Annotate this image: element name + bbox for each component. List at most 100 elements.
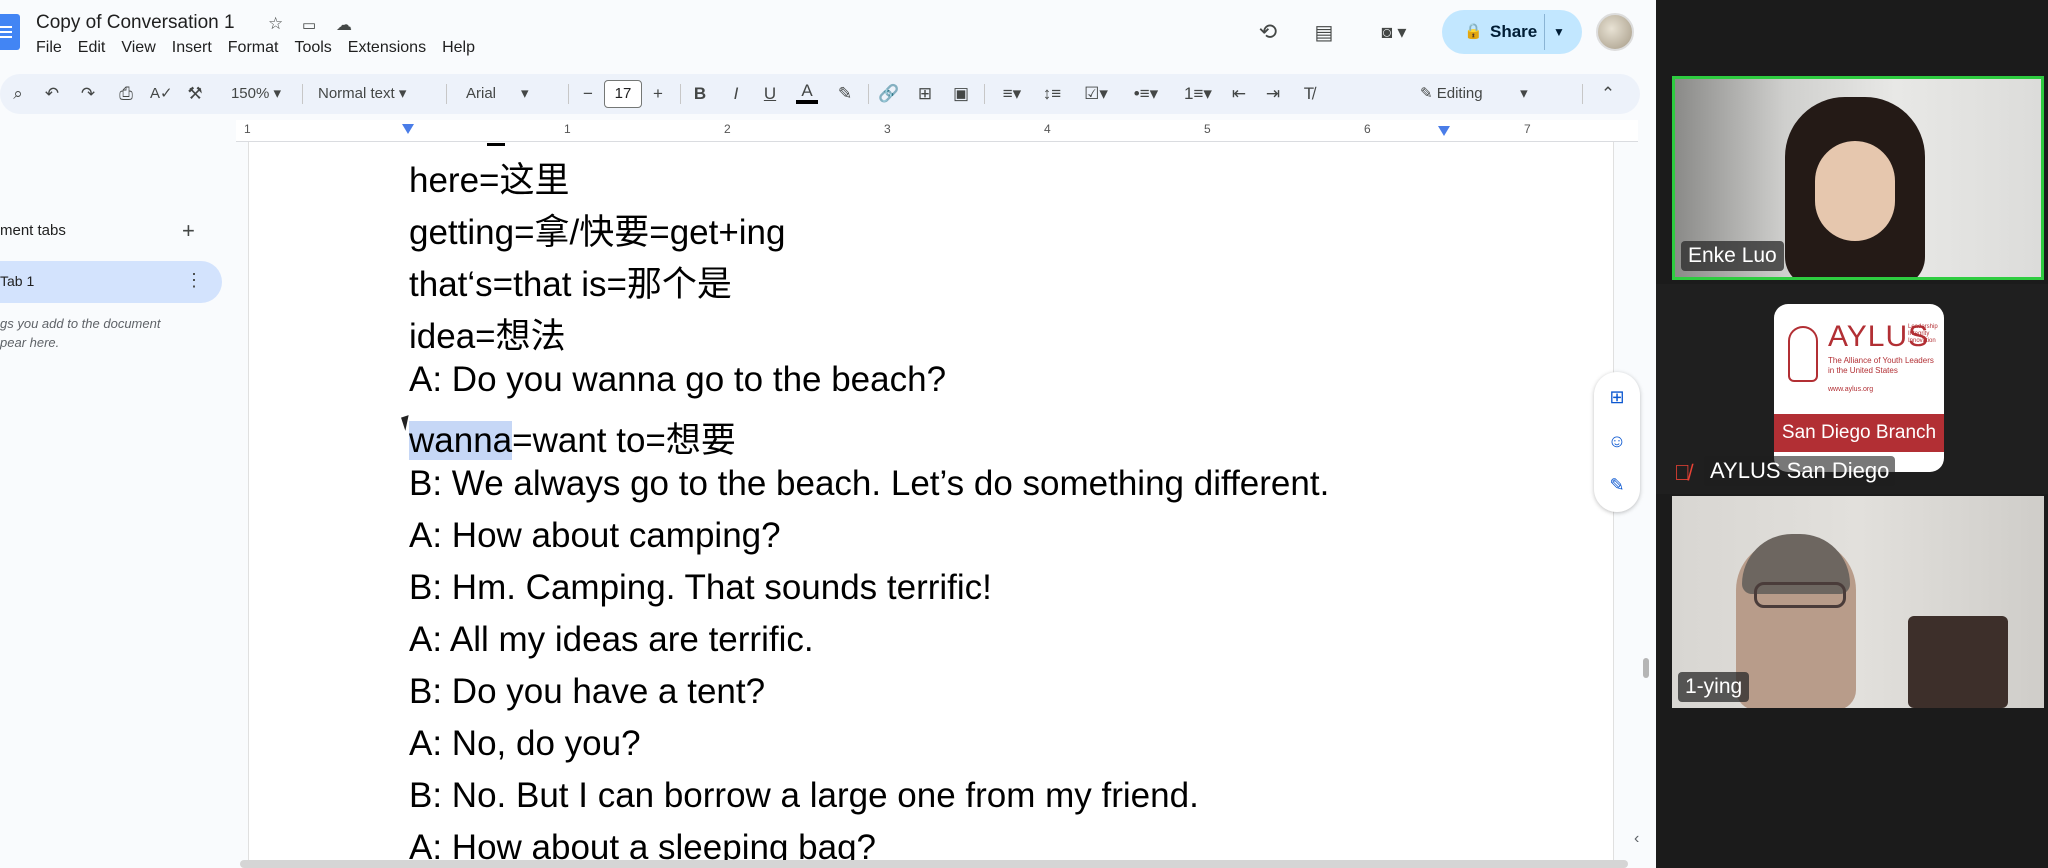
formatting-toolbar: ⌕ ↶ ↷ ⎙ A✓ ⚒ 150% ▾ Normal text ▾ Arial …	[0, 74, 1640, 114]
paragraph-style-value: Normal text	[318, 85, 395, 102]
numbered-list-icon[interactable]: 1≡▾	[1178, 74, 1218, 114]
clear-formatting-icon[interactable]: T̸	[1298, 74, 1320, 114]
hide-menus-icon[interactable]: ⌃	[1598, 74, 1618, 114]
zoom-value: 150%	[230, 85, 270, 102]
text-line[interactable]: A: How about a sleeping bag?	[409, 828, 876, 862]
decrease-font-size-icon[interactable]: −	[578, 74, 598, 114]
highlight-color-icon[interactable]: ✎	[834, 74, 856, 114]
add-comment-icon[interactable]: ⊞	[914, 74, 936, 114]
star-icon[interactable]: ☆	[268, 14, 283, 34]
font-size-input[interactable]: 17	[604, 80, 642, 108]
aylus-logo: AYLUS Leadership Integrity Innovation Th…	[1774, 304, 1944, 472]
participant-tile-1[interactable]: Enke Luo	[1672, 76, 2044, 280]
participant-video	[1785, 97, 1925, 277]
search-menus-icon[interactable]: ⌕	[8, 74, 28, 114]
share-button[interactable]: 🔒 Share ▼	[1442, 10, 1582, 54]
print-icon[interactable]: ⎙	[114, 74, 138, 114]
collapse-panel-icon[interactable]: ‹	[1634, 830, 1639, 848]
text-line[interactable]: B: No. But I can borrow a large one from…	[409, 776, 1199, 816]
paragraph-style-select[interactable]: Normal text ▾	[318, 74, 434, 114]
text-line[interactable]: that‘s=that is=那个是	[409, 256, 732, 307]
text-line[interactable]: B: Do you have a tent?	[409, 672, 765, 712]
account-avatar[interactable]	[1596, 13, 1634, 51]
paint-format-icon[interactable]: ⚒	[184, 74, 206, 114]
menu-format[interactable]: Format	[228, 39, 288, 57]
text-line[interactable]: A: All my ideas are terrific.	[409, 620, 814, 660]
zoom-select[interactable]: 150% ▾	[222, 74, 290, 114]
document-tabs-sidebar	[0, 150, 236, 868]
cut-off-glyph	[487, 142, 505, 146]
text-line[interactable]: A: Do you wanna go to the beach?	[409, 360, 946, 400]
toolbar-divider	[446, 84, 447, 104]
decrease-indent-icon[interactable]: ⇤	[1228, 74, 1250, 114]
menu-edit[interactable]: Edit	[78, 39, 115, 57]
emoji-reaction-icon[interactable]: ☺	[1606, 430, 1628, 452]
menu-tools[interactable]: Tools	[294, 39, 340, 57]
italic-button[interactable]: I	[726, 74, 746, 114]
text-color-button[interactable]: A	[796, 74, 818, 104]
text-line[interactable]: idea=想法	[409, 308, 566, 359]
font-select[interactable]: Arial ▾	[466, 74, 560, 114]
menu-file[interactable]: File	[36, 39, 71, 57]
text-line[interactable]: here=这里	[409, 152, 570, 203]
share-dropdown-arrow[interactable]: ▼	[1553, 10, 1565, 54]
left-indent-marker[interactable]	[402, 124, 414, 134]
share-label: Share	[1490, 22, 1538, 41]
add-tab-icon[interactable]: +	[182, 218, 195, 244]
more-options-icon[interactable]: ⋮	[185, 270, 203, 291]
editing-mode-value: Editing	[1436, 85, 1483, 102]
menu-help[interactable]: Help	[442, 39, 484, 57]
participant-tile-2[interactable]: AYLUS Leadership Integrity Innovation Th…	[1656, 284, 2048, 494]
document-page[interactable]: here=这里 getting=拿/快要=get+ing that‘s=that…	[248, 142, 1614, 862]
sidebar-tab-1[interactable]: Tab 1 ⋮	[0, 261, 222, 303]
add-comment-icon[interactable]: ⊞	[1606, 386, 1628, 408]
comment-icon[interactable]: ▤	[1306, 14, 1342, 50]
tabs-hint-line: pear here.	[0, 335, 60, 350]
menu-insert[interactable]: Insert	[172, 39, 221, 57]
vertical-scrollbar-thumb[interactable]	[1643, 658, 1649, 678]
menu-extensions[interactable]: Extensions	[348, 39, 435, 57]
participant-tile-3[interactable]: 1-ying	[1672, 496, 2044, 708]
editing-mode-select[interactable]: ✎ Editing ▾	[1420, 74, 1560, 114]
align-left-icon[interactable]: ≡▾	[994, 74, 1030, 114]
insert-link-icon[interactable]: 🔗	[878, 74, 900, 114]
text-line-with-selection[interactable]: wanna=want to=想要	[409, 412, 736, 463]
bulleted-list-icon[interactable]: •≡▾	[1128, 74, 1164, 114]
line-spacing-icon[interactable]: ↕≡	[1040, 74, 1064, 114]
increase-indent-icon[interactable]: ⇥	[1262, 74, 1284, 114]
toolbar-divider	[868, 84, 869, 104]
toolbar-divider	[568, 84, 569, 104]
logo-subtitle: The Alliance of Youth Leaders in the Uni…	[1828, 356, 1934, 375]
logo-tagline: Leadership Integrity Innovation	[1908, 324, 1938, 344]
checklist-icon[interactable]: ☑▾	[1078, 74, 1114, 114]
undo-icon[interactable]: ↶	[42, 74, 62, 114]
participant-video-object	[1908, 616, 2008, 708]
google-docs-window: Copy of Conversation 1 ☆ ▭ ☁ File Edit V…	[0, 0, 1656, 868]
menu-view[interactable]: View	[121, 39, 164, 57]
horizontal-scrollbar[interactable]	[240, 860, 1628, 868]
text-line[interactable]: B: Hm. Camping. That sounds terrific!	[409, 568, 992, 608]
selected-text[interactable]: wanna	[409, 421, 513, 460]
bold-button[interactable]: B	[690, 74, 710, 114]
docs-logo-icon[interactable]	[0, 14, 20, 50]
right-indent-marker[interactable]	[1438, 126, 1450, 136]
text-line[interactable]: getting=拿/快要=get+ing	[409, 204, 786, 255]
redo-icon[interactable]: ↷	[78, 74, 98, 114]
logo-url: www.aylus.org	[1828, 386, 1874, 393]
underline-button[interactable]: U	[760, 74, 780, 114]
insert-image-icon[interactable]: ▣	[950, 74, 972, 114]
move-folder-icon[interactable]: ▭	[302, 16, 316, 34]
history-icon[interactable]: ⟲	[1250, 14, 1286, 50]
increase-font-size-icon[interactable]: +	[648, 74, 668, 114]
tabs-hint-text: gs you add to the document pear here.	[0, 314, 200, 352]
spellcheck-icon[interactable]: A✓	[150, 74, 173, 114]
meet-video-icon[interactable]: ◙ ▾	[1364, 14, 1424, 50]
suggest-edits-icon[interactable]: ✎	[1606, 474, 1628, 496]
text-line[interactable]: A: How about camping?	[409, 516, 781, 556]
cloud-status-icon[interactable]: ☁	[336, 15, 352, 35]
toolbar-divider	[302, 84, 303, 104]
document-title[interactable]: Copy of Conversation 1	[36, 12, 235, 34]
ruler-number: 6	[1364, 122, 1371, 136]
text-line[interactable]: A: No, do you?	[409, 724, 641, 764]
text-line[interactable]: B: We always go to the beach. Let’s do s…	[409, 464, 1329, 504]
